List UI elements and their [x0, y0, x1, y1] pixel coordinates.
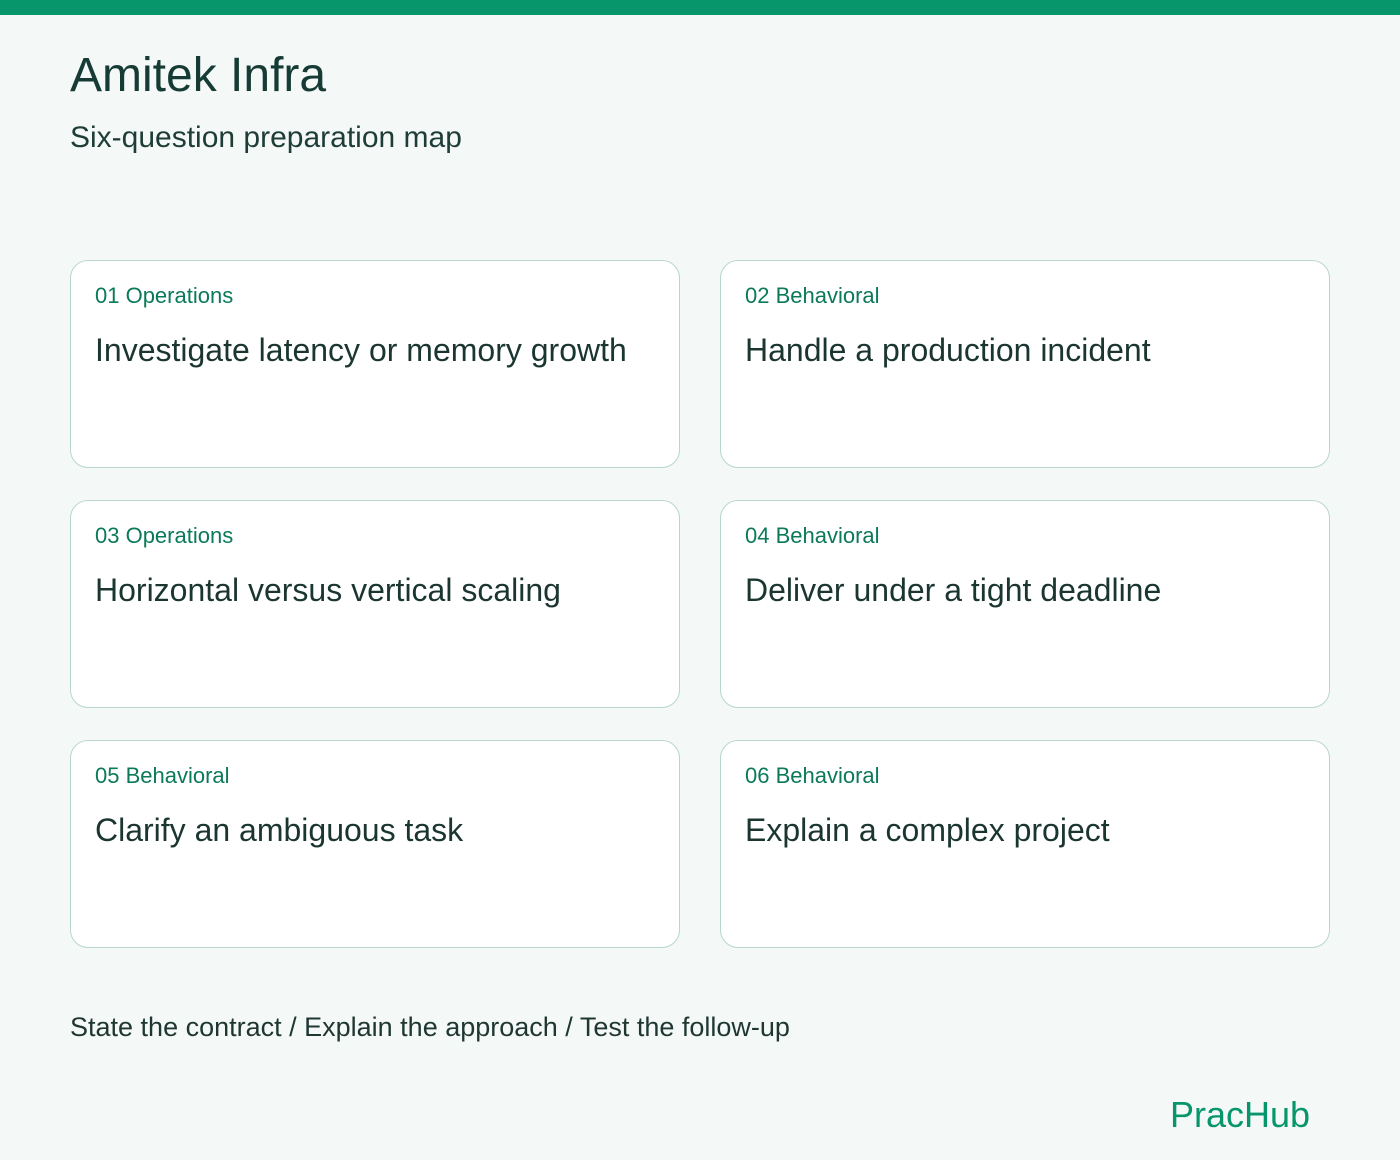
question-card-1[interactable]: 01 Operations Investigate latency or mem… — [70, 260, 680, 468]
question-card-5[interactable]: 05 Behavioral Clarify an ambiguous task — [70, 740, 680, 948]
card-question-title: Explain a complex project — [745, 812, 1110, 848]
card-category-tag: 01 Operations — [95, 283, 234, 308]
card-category-tag: 06 Behavioral — [745, 763, 880, 788]
preparation-steps: State the contract / Explain the approac… — [70, 1012, 790, 1042]
card-question-title: Investigate latency or memory growth — [95, 332, 627, 368]
question-card-4[interactable]: 04 Behavioral Deliver under a tight dead… — [720, 500, 1330, 708]
question-card-2[interactable]: 02 Behavioral Handle a production incide… — [720, 260, 1330, 468]
card-question-title: Horizontal versus vertical scaling — [95, 572, 561, 608]
question-card-grid: 01 Operations Investigate latency or mem… — [70, 260, 1330, 948]
question-card-3[interactable]: 03 Operations Horizontal versus vertical… — [70, 500, 680, 708]
page-subtitle: Six-question preparation map — [70, 121, 462, 154]
card-question-title: Deliver under a tight deadline — [745, 572, 1162, 608]
card-question-title: Clarify an ambiguous task — [95, 812, 464, 848]
page-title: Amitek Infra — [70, 49, 327, 102]
brand-logo: PracHub — [1170, 1094, 1311, 1135]
card-category-tag: 04 Behavioral — [745, 523, 880, 548]
card-category-tag: 02 Behavioral — [745, 283, 880, 308]
card-question-title: Handle a production incident — [745, 332, 1151, 368]
card-category-tag: 03 Operations — [95, 523, 234, 548]
card-category-tag: 05 Behavioral — [95, 763, 230, 788]
top-accent-bar — [0, 0, 1400, 15]
question-card-6[interactable]: 06 Behavioral Explain a complex project — [720, 740, 1330, 948]
